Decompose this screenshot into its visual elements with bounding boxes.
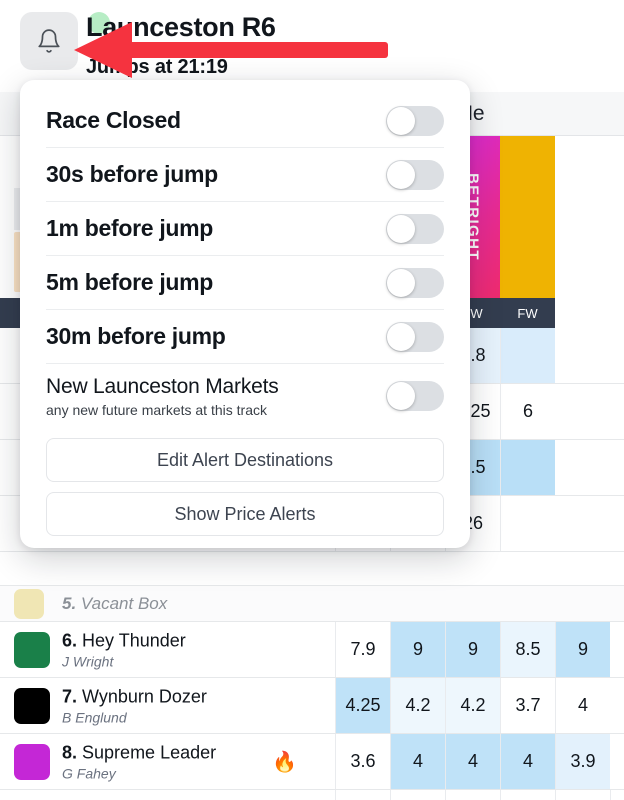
alert-label: 1m before jump (46, 215, 214, 241)
show-price-alerts-button[interactable]: Show Price Alerts (46, 492, 444, 536)
alert-label: 30s before jump (46, 161, 218, 187)
toggle-knob (387, 160, 415, 189)
alert-label: 5m before jump (46, 269, 214, 295)
toggle-knob (387, 322, 415, 351)
alerts-dropdown-panel: Race Closed 30s before jump 1m before ju… (20, 80, 470, 548)
new-markets-text: New Launceston Markets any new future ma… (46, 375, 279, 418)
toggle-knob (387, 382, 415, 410)
alert-toggle-row-race-closed[interactable]: Race Closed (46, 94, 444, 148)
alert-label: 30m before jump (46, 323, 226, 349)
alert-toggle-row-5m[interactable]: 5m before jump (46, 256, 444, 310)
race-board-app: Launceston R6 Jumps at 21:19 worth Class… (0, 0, 624, 800)
toggle-5m-before-jump[interactable] (386, 267, 444, 298)
toggle-knob (387, 106, 415, 135)
toggle-race-closed[interactable] (386, 105, 444, 136)
new-markets-sublabel: any new future markets at this track (46, 401, 267, 418)
edit-alert-destinations-button[interactable]: Edit Alert Destinations (46, 438, 444, 482)
alert-toggle-row-1m[interactable]: 1m before jump (46, 202, 444, 256)
alert-toggle-row-30m[interactable]: 30m before jump (46, 310, 444, 364)
toggle-30s-before-jump[interactable] (386, 159, 444, 190)
toggle-knob (387, 268, 415, 297)
alert-toggle-row-new-markets[interactable]: New Launceston Markets any new future ma… (46, 364, 444, 428)
toggle-30m-before-jump[interactable] (386, 321, 444, 352)
toggle-new-markets[interactable] (386, 381, 444, 411)
new-markets-label: New Launceston Markets (46, 374, 279, 398)
alert-label: Race Closed (46, 107, 181, 133)
toggle-knob (387, 214, 415, 243)
alert-toggle-row-30s[interactable]: 30s before jump (46, 148, 444, 202)
toggle-1m-before-jump[interactable] (386, 213, 444, 244)
